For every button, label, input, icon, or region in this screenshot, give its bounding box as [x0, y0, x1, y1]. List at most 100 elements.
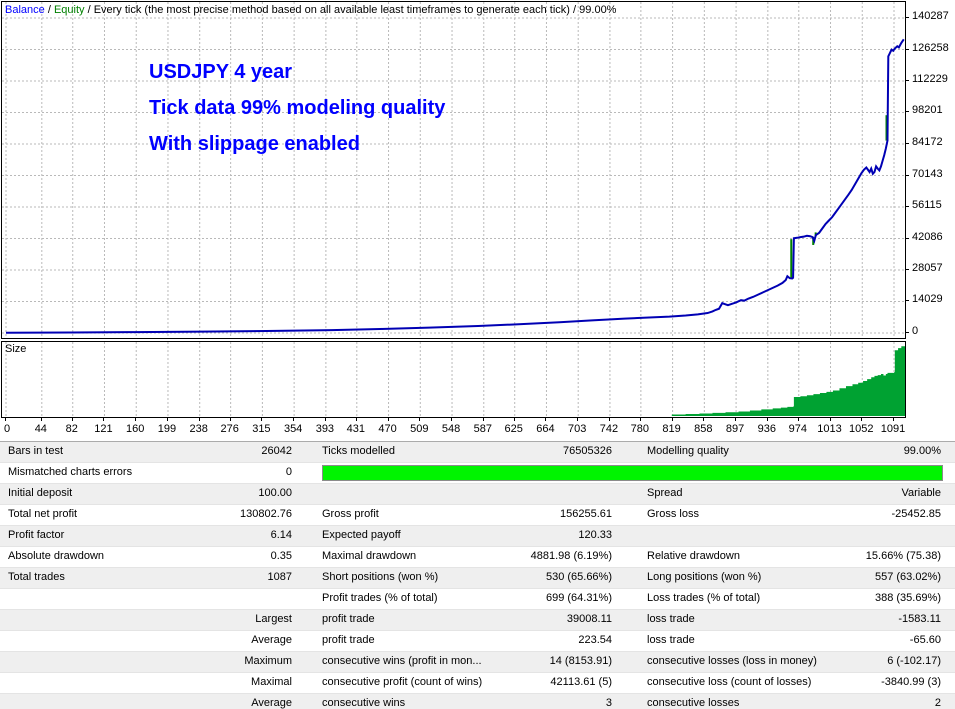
y-axis-label: 14029 [912, 293, 943, 305]
stat-label-3: consecutive losses (loss in money) [616, 652, 846, 672]
x-axis-tick [767, 418, 768, 421]
x-axis-label: 742 [600, 423, 618, 435]
y-axis-label: 42086 [912, 231, 943, 243]
y-axis-tick [905, 143, 909, 144]
stat-label-2 [296, 484, 506, 504]
y-axis: 0140292805742086561157014384172982011122… [905, 0, 955, 340]
x-axis-label: 238 [190, 423, 208, 435]
annotation-line-1: USDJPY 4 year [149, 54, 445, 90]
stat-label-1: Absolute drawdown [0, 547, 150, 567]
table-row: Profit trades (% of total)699 (64.31%)Lo… [0, 589, 955, 610]
x-axis-tick [72, 418, 73, 421]
y-axis-label: 0 [912, 325, 918, 337]
stat-value-1: Maximum [150, 652, 296, 672]
stat-label-2: profit trade [296, 610, 506, 630]
stat-value-2: 3 [506, 694, 616, 709]
stat-label-2: Maximal drawdown [296, 547, 506, 567]
x-axis-label: 664 [536, 423, 554, 435]
x-axis-tick [419, 418, 420, 421]
stat-value-2: 14 (8153.91) [506, 652, 616, 672]
stat-value-2: 699 (64.31%) [506, 589, 616, 609]
stat-label-3: consecutive loss (count of losses) [616, 673, 846, 693]
table-row: Averageprofit trade223.54loss trade-65.6… [0, 631, 955, 652]
x-axis-label: 121 [94, 423, 112, 435]
stat-label-2: consecutive wins (profit in mon... [296, 652, 506, 672]
x-axis-tick [230, 418, 231, 421]
header-separator: / [570, 4, 579, 16]
x-axis-label: 858 [694, 423, 712, 435]
header-separator: / [45, 4, 54, 16]
annotation-line-2: Tick data 99% modeling quality [149, 90, 445, 126]
stat-value-1: 26042 [150, 442, 296, 462]
x-axis-tick [703, 418, 704, 421]
stat-label-2: Expected payoff [296, 526, 506, 546]
x-axis-tick [893, 418, 894, 421]
size-chart-pane[interactable]: Size [1, 341, 906, 418]
x-axis-label: 393 [316, 423, 334, 435]
stat-value-2: 223.54 [506, 631, 616, 651]
balance-line [6, 39, 904, 332]
x-axis-label: 974 [789, 423, 807, 435]
balance-series-label: Balance [5, 4, 45, 16]
stat-value-1: Average [150, 631, 296, 651]
x-axis-tick [577, 418, 578, 421]
stat-value-2: 4881.98 (6.19%) [506, 547, 616, 567]
stat-label-1 [0, 673, 150, 693]
stat-value-3: Variable [846, 484, 955, 504]
y-axis-label: 98201 [912, 104, 943, 116]
x-axis-tick [199, 418, 200, 421]
x-axis-label: 199 [158, 423, 176, 435]
table-row: Bars in test26042Ticks modelled76505326M… [0, 442, 955, 463]
x-axis-label: 431 [347, 423, 365, 435]
model-method-label: Every tick (the most precise method base… [94, 4, 570, 16]
stat-value-3: 557 (63.02%) [846, 568, 955, 588]
backtest-report: Balance / Equity / Every tick (the most … [0, 0, 955, 709]
stat-label-1: Profit factor [0, 526, 150, 546]
table-row: Total trades1087Short positions (won %)5… [0, 568, 955, 589]
stat-label-1: Mismatched charts errors [0, 463, 150, 483]
x-axis-tick [640, 418, 641, 421]
y-axis-label: 140287 [912, 10, 949, 22]
table-row: Averageconsecutive wins3consecutive loss… [0, 694, 955, 709]
stat-value-2: 76505326 [506, 442, 616, 462]
stat-value-2: 42113.61 (5) [506, 673, 616, 693]
table-row: Mismatched charts errors0 [0, 463, 955, 484]
modelling-quality-bar [322, 465, 943, 481]
stat-label-1: Bars in test [0, 442, 150, 462]
x-axis-tick [609, 418, 610, 421]
x-axis-label: 0 [4, 423, 10, 435]
table-row: Absolute drawdown0.35Maximal drawdown488… [0, 547, 955, 568]
stat-label-3 [616, 526, 846, 546]
x-axis-label: 509 [410, 423, 428, 435]
stat-label-1: Total trades [0, 568, 150, 588]
stat-value-3: 388 (35.69%) [846, 589, 955, 609]
y-axis-tick [905, 332, 909, 333]
annotation-line-3: With slippage enabled [149, 126, 445, 162]
x-axis-label: 160 [126, 423, 144, 435]
x-axis-label: 276 [220, 423, 238, 435]
stat-label-2: Ticks modelled [296, 442, 506, 462]
x-axis-label: 819 [662, 423, 680, 435]
stat-label-2: Gross profit [296, 505, 506, 525]
y-axis-tick [905, 80, 909, 81]
size-pane-label: Size [5, 343, 26, 355]
chart-annotation: USDJPY 4 year Tick data 99% modeling qua… [149, 54, 445, 162]
x-axis-label: 1091 [881, 423, 905, 435]
stat-label-3: Gross loss [616, 505, 846, 525]
stat-value-3: -1583.11 [846, 610, 955, 630]
equity-series-label: Equity [54, 4, 85, 16]
y-axis-tick [905, 238, 909, 239]
y-axis-label: 126258 [912, 42, 949, 54]
balance-chart-pane[interactable]: Balance / Equity / Every tick (the most … [1, 1, 906, 339]
stat-value-1: 1087 [150, 568, 296, 588]
y-axis-tick [905, 175, 909, 176]
stat-label-2: Profit trades (% of total) [296, 589, 506, 609]
stat-value-3: -65.60 [846, 631, 955, 651]
stat-value-1: Largest [150, 610, 296, 630]
x-axis-tick [261, 418, 262, 421]
stat-value-3: 99.00% [846, 442, 955, 462]
table-row: Profit factor6.14Expected payoff120.33 [0, 526, 955, 547]
x-axis-label: 44 [35, 423, 47, 435]
stat-value-2: 39008.11 [506, 610, 616, 630]
x-axis-tick [5, 418, 6, 421]
